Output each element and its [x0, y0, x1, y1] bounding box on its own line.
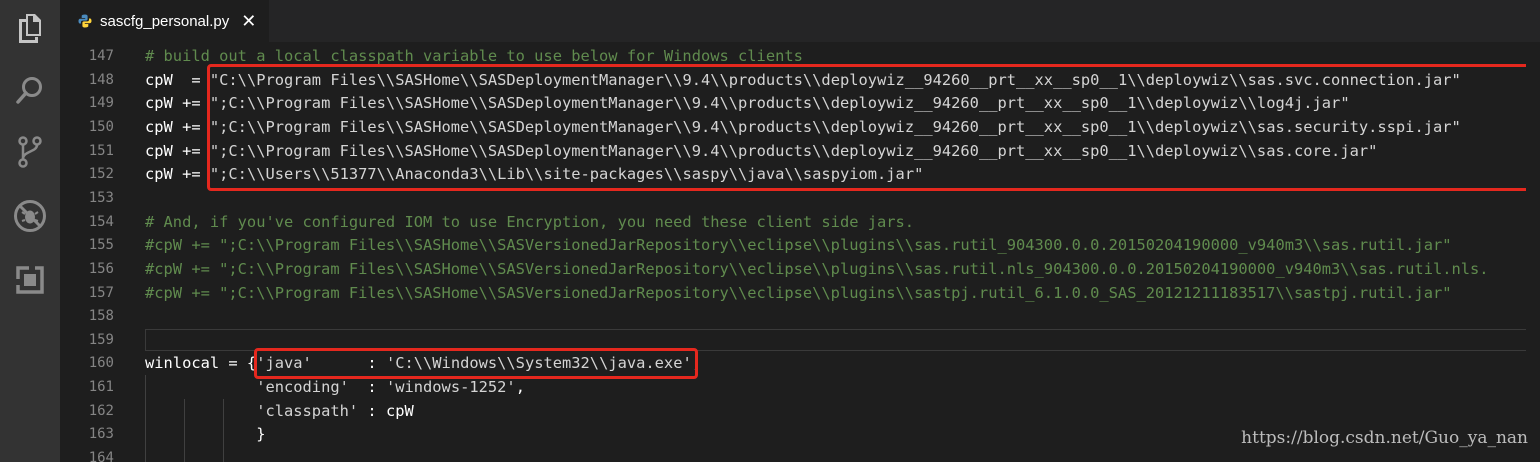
line-number: 156: [88, 261, 114, 277]
line-number: 163: [88, 426, 114, 442]
close-icon[interactable]: ✕: [241, 11, 256, 32]
line-number: 151: [88, 143, 114, 159]
line-number: 148: [88, 72, 114, 88]
line-number: 154: [88, 214, 114, 230]
line-number: 147: [88, 48, 114, 64]
line-number: 162: [88, 403, 114, 419]
source-control-icon[interactable]: [10, 132, 50, 172]
line-number: 161: [88, 379, 114, 395]
code-token: : cpW: [358, 402, 414, 420]
code-token: #cpW += ";C:\\Program Files\\SASHome\\SA…: [145, 284, 1452, 302]
code-token: cpW =: [145, 71, 210, 89]
code-token: # build out a local classpath variable t…: [145, 47, 803, 65]
line-number: 158: [88, 308, 114, 324]
code-token: # And, if you've configured IOM to use E…: [145, 213, 915, 231]
code-token: #cpW += ";C:\\Program Files\\SASHome\\SA…: [145, 236, 1452, 254]
code-token: cpW +=: [145, 94, 210, 112]
line-number: 155: [88, 237, 114, 253]
code-line[interactable]: # And, if you've configured IOM to use E…: [145, 210, 914, 234]
vertical-scrollbar[interactable]: [1526, 42, 1540, 462]
tab-sascfg-personal[interactable]: sascfg_personal.py ✕: [60, 0, 269, 42]
highlight-box-classpath: [207, 64, 1533, 191]
debug-icon[interactable]: [10, 196, 50, 236]
line-number: 152: [88, 166, 114, 182]
code-token: 'windows-1252': [385, 378, 516, 396]
code-token: #cpW += ";C:\\Program Files\\SASHome\\SA…: [145, 260, 1489, 278]
line-number: 150: [88, 119, 114, 135]
code-token: 'encoding': [256, 378, 349, 396]
line-number: 160: [88, 355, 114, 371]
activity-bar: [0, 0, 60, 462]
code-line[interactable]: #cpW += ";C:\\Program Files\\SASHome\\SA…: [145, 233, 1452, 257]
code-token: cpW +=: [145, 118, 210, 136]
code-token: cpW +=: [145, 142, 210, 160]
highlight-box-java-path: [254, 348, 698, 379]
code-line[interactable]: 'classpath' : cpW: [145, 399, 414, 423]
code-token: ,: [515, 378, 525, 396]
tab-bar: sascfg_personal.py ✕: [60, 0, 1540, 42]
code-token: cpW +=: [145, 165, 210, 183]
code-line[interactable]: #cpW += ";C:\\Program Files\\SASHome\\SA…: [145, 257, 1489, 281]
tab-label: sascfg_personal.py: [100, 12, 230, 30]
code-token: }: [145, 425, 266, 443]
line-number: 157: [88, 285, 114, 301]
code-line[interactable]: }: [145, 422, 265, 446]
line-number: 149: [88, 95, 114, 111]
line-number: 164: [88, 450, 114, 462]
watermark: https://blog.csdn.net/Guo_ya_nan: [1241, 428, 1528, 448]
search-icon[interactable]: [10, 70, 50, 110]
code-token: :: [348, 378, 386, 396]
code-token: 'classpath': [256, 402, 359, 420]
code-token: winlocal = {: [145, 354, 257, 372]
files-icon[interactable]: [10, 8, 50, 48]
line-number: 159: [88, 332, 114, 348]
code-line[interactable]: #cpW += ";C:\\Program Files\\SASHome\\SA…: [145, 281, 1452, 305]
extensions-icon[interactable]: [10, 260, 50, 300]
line-number: 153: [88, 190, 114, 206]
python-file-icon: [78, 14, 92, 28]
